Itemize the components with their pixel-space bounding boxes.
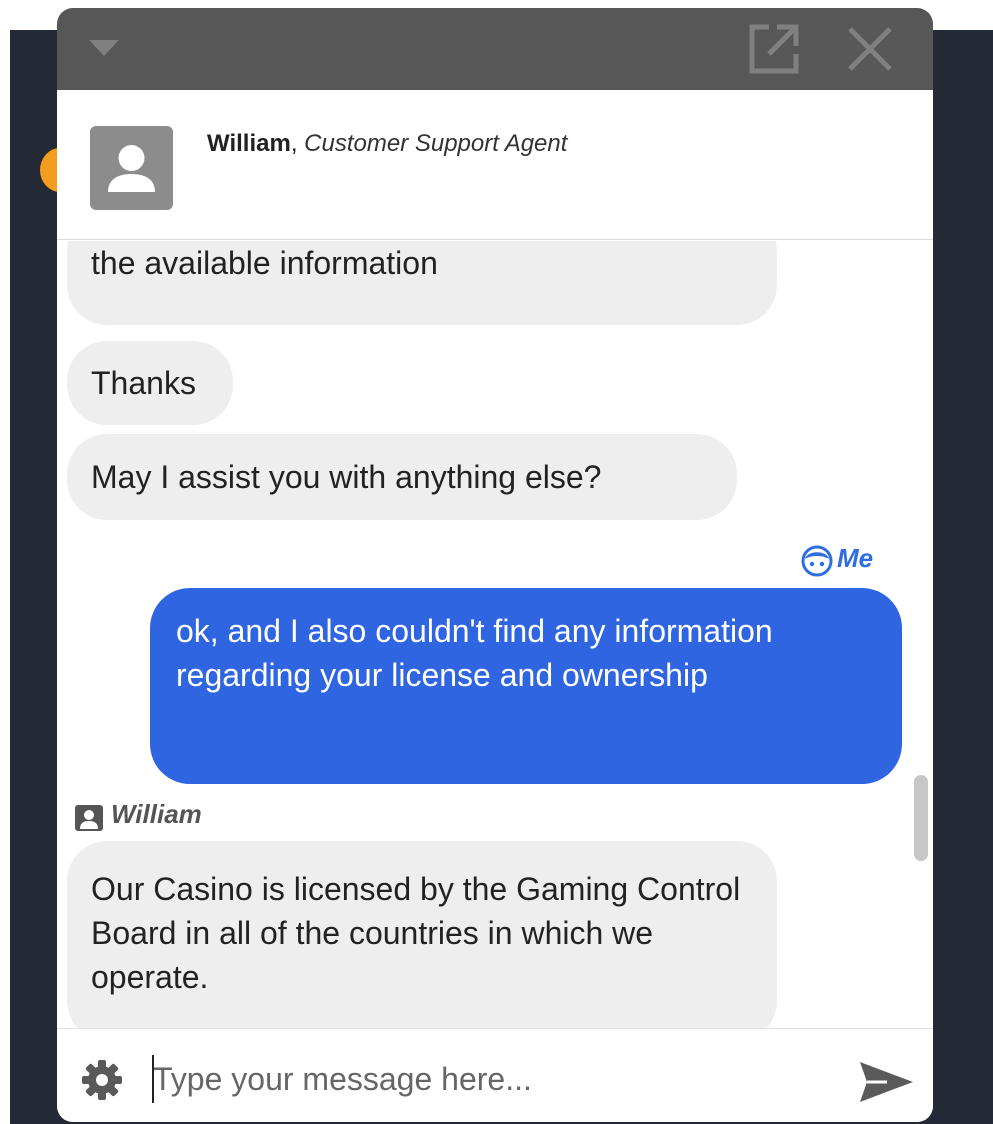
collapse-icon [89, 40, 119, 56]
settings-button[interactable] [81, 1059, 123, 1101]
user-avatar-icon [108, 145, 155, 192]
message-input[interactable] [149, 1051, 829, 1107]
text-caret [152, 1055, 154, 1103]
my-message: ok, and I also couldn't find any informa… [150, 588, 902, 784]
agent-name: William [207, 130, 291, 157]
message-scrollbar[interactable] [914, 775, 928, 861]
me-label-text: Me [837, 543, 874, 573]
agent-label-text: William [111, 799, 202, 829]
send-button[interactable] [857, 1059, 915, 1105]
message-text: the available information [91, 245, 438, 281]
agent-separator: , [290, 130, 298, 157]
agent-message: the available information [67, 241, 777, 325]
message-text: ok, and I also couldn't find any informa… [176, 613, 773, 693]
message-text: May I assist you with anything else? [91, 459, 602, 495]
agent-id-icon [75, 805, 103, 831]
agent-header: William, Customer Support Agent [57, 90, 933, 240]
me-face-icon [801, 545, 833, 577]
agent-role: Customer Support Agent [304, 130, 568, 157]
chat-widget: William, Customer Support Agent the avai… [57, 8, 933, 1122]
agent-message: Our Casino is licensed by the Gaming Con… [67, 841, 777, 1028]
message-list[interactable]: the available information Thanks May I a… [57, 241, 933, 1028]
popout-icon [749, 24, 799, 74]
agent-message: Thanks [67, 341, 233, 425]
popout-button[interactable] [747, 22, 801, 76]
message-text: Thanks [91, 365, 196, 401]
message-composer [57, 1028, 933, 1122]
collapse-button[interactable] [87, 36, 121, 60]
close-icon [848, 27, 892, 71]
close-button[interactable] [845, 24, 895, 74]
gear-icon [82, 1060, 122, 1100]
agent-message: May I assist you with anything else? [67, 434, 737, 520]
agent-title: William, Customer Support Agent [207, 130, 567, 158]
send-icon [860, 1062, 913, 1102]
message-text: Our Casino is licensed by the Gaming Con… [91, 871, 741, 995]
agent-avatar [90, 126, 173, 210]
chat-titlebar [57, 8, 933, 90]
